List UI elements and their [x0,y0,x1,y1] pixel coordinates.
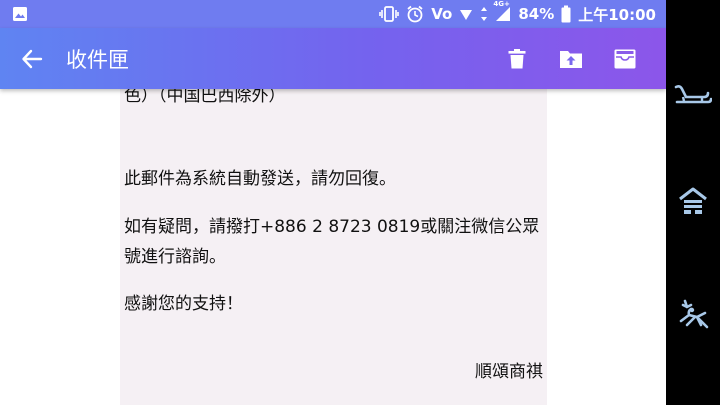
email-contact-line-2: 號進行諮詢。 [124,247,226,267]
folder-upload-icon [560,50,582,68]
battery-icon [561,5,571,23]
arrow-left-icon [22,49,43,68]
dock-reindeer-button[interactable] [666,290,720,340]
email-body: 色）（中国巴西除外） 此郵件為系統自動發送，請勿回復。 如有疑問，請撥打+886… [120,89,547,405]
battery-percent: 84% [518,5,555,23]
sleigh-icon [674,85,712,104]
email-content[interactable]: 色）（中国巴西除外） 此郵件為系統自動發送，請勿回復。 如有疑問，請撥打+886… [0,89,666,405]
app-bar: 收件匣 [0,28,666,89]
cell-signal-icon [496,7,511,21]
reindeer-icon [679,299,709,329]
volte-label: Vo [431,5,453,23]
email-signature: 順頌商祺 [475,362,543,382]
trash-icon [508,48,526,68]
status-time: 上午10:00 [578,5,656,24]
network-type-label: 4G+ [493,0,510,8]
back-button[interactable] [0,28,64,89]
vibrate-icon [379,6,400,22]
archive-icon [614,49,636,68]
delete-button[interactable] [490,28,544,89]
email-auto-notice: 此郵件為系統自動發送，請勿回復。 [124,169,396,189]
page-title: 收件匣 [66,47,129,72]
move-to-folder-button[interactable] [544,28,598,89]
wifi-signal-icon [459,6,473,22]
image-notification-icon [12,6,28,22]
house-icon [679,187,707,214]
dock-home-button[interactable] [666,176,720,226]
email-partial-line: 色）（中国巴西除外） [124,89,286,106]
dock-sleigh-button[interactable] [666,70,720,120]
cell-signal: 4G+ [493,0,511,22]
status-bar: Vo 4G+ 84% 上午10:00 [0,0,666,28]
email-thanks: 感謝您的支持！ [124,294,243,314]
side-dock [666,0,720,405]
data-arrows-icon [480,6,488,22]
archive-button[interactable] [598,28,652,89]
email-contact-line: 如有疑問，請撥打+886 2 8723 0819或關注微信公眾 [124,217,540,237]
alarm-icon [406,5,424,23]
